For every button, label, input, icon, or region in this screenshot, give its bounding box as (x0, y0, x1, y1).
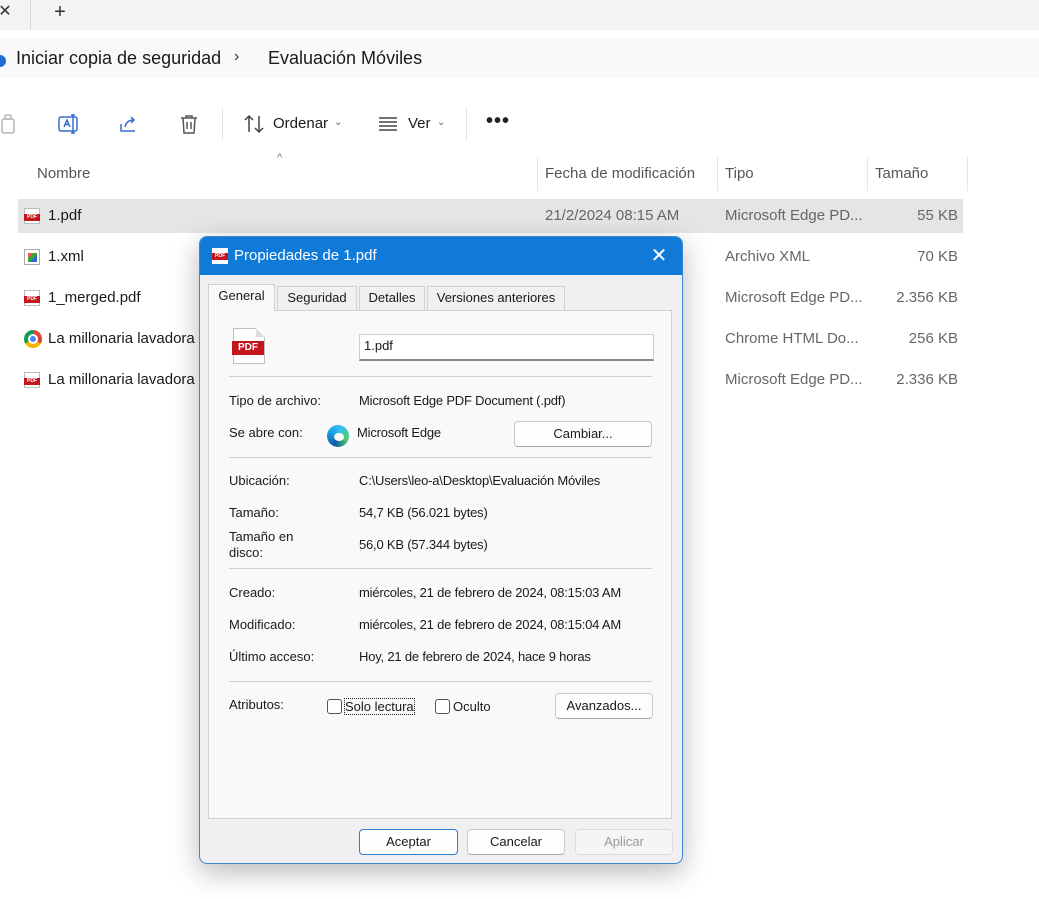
command-divider (222, 108, 223, 140)
column-header-modified[interactable]: Fecha de modificación (545, 157, 695, 191)
ok-button[interactable]: Aceptar (359, 829, 458, 855)
hidden-checkbox[interactable] (435, 699, 450, 714)
breadcrumb-item-folder[interactable]: Evaluación Móviles (268, 48, 422, 69)
sort-indicator-icon: ^ (277, 152, 283, 164)
pdf-icon (212, 248, 228, 264)
view-icon[interactable] (376, 112, 400, 136)
file-name-input[interactable]: 1.pdf (359, 334, 654, 361)
change-button[interactable]: Cambiar... (514, 421, 652, 447)
tab-details[interactable]: Detalles (359, 286, 425, 310)
file-row[interactable]: 1.pdf 21/2/2024 08:15 AM Microsoft Edge … (18, 199, 963, 233)
file-type: Archivo XML (725, 248, 811, 265)
xml-icon (24, 249, 40, 265)
file-type-value: Microsoft Edge PDF Document (.pdf) (359, 393, 566, 408)
accessed-value: Hoy, 21 de febrero de 2024, hace 9 horas (359, 649, 591, 664)
pdf-icon (24, 372, 40, 388)
edge-icon (327, 425, 349, 447)
file-size: 256 KB (908, 330, 958, 347)
size-on-disk-label: disco: (229, 545, 263, 560)
created-label: Creado: (229, 585, 276, 600)
divider (229, 568, 652, 569)
file-name: La millonaria lavadora (48, 371, 195, 388)
cancel-button[interactable]: Cancelar (467, 829, 565, 855)
general-panel: PDF 1.pdf Tipo de archivo: Microsoft Edg… (208, 310, 672, 819)
opens-with-value: Microsoft Edge (357, 425, 441, 440)
file-name: 1.xml (48, 248, 84, 265)
apply-button[interactable]: Aplicar (575, 829, 673, 855)
command-bar: Ordenar ⌄ Ver ⌄ ••• (0, 96, 1039, 152)
pdf-icon (24, 290, 40, 306)
opens-with-label: Se abre con: (229, 425, 303, 440)
size-on-disk-value: 56,0 KB (57.344 bytes) (359, 537, 488, 552)
divider (229, 376, 652, 377)
breadcrumb: Iniciar copia de seguridad › Evaluación … (0, 38, 1039, 78)
file-type: Chrome HTML Do... (725, 330, 859, 347)
more-options-icon[interactable]: ••• (486, 110, 510, 133)
file-type: Microsoft Edge PD... (725, 289, 863, 306)
file-name: 1.pdf (48, 207, 82, 224)
column-header-name[interactable]: Nombre (37, 157, 90, 191)
dialog-title-bar[interactable]: Propiedades de 1.pdf ✕ (200, 237, 682, 275)
file-type: Microsoft Edge PD... (725, 207, 863, 224)
readonly-label[interactable]: Solo lectura (344, 698, 415, 715)
file-modified: 21/2/2024 08:15 AM (545, 207, 680, 224)
backup-icon (0, 55, 6, 67)
sort-icon[interactable] (242, 112, 266, 136)
chevron-down-icon[interactable]: ⌄ (334, 117, 342, 128)
column-divider[interactable] (967, 157, 968, 191)
view-button[interactable]: Ver (408, 115, 431, 132)
divider (229, 457, 652, 458)
advanced-button[interactable]: Avanzados... (555, 693, 653, 719)
file-size: 55 KB (917, 207, 958, 224)
rename-icon[interactable] (57, 112, 81, 136)
size-on-disk-label: Tamaño en (229, 529, 294, 544)
file-size: 2.336 KB (896, 371, 958, 388)
modified-value: miércoles, 21 de febrero de 2024, 08:15:… (359, 617, 622, 632)
command-divider (466, 108, 467, 140)
file-type-label: Tipo de archivo: (229, 393, 322, 408)
breadcrumb-chevron-icon[interactable]: › (234, 48, 239, 66)
location-label: Ubicación: (229, 473, 290, 488)
properties-dialog: Propiedades de 1.pdf ✕ General Seguridad… (199, 236, 683, 864)
column-header-size[interactable]: Tamaño (875, 157, 928, 191)
pdf-icon (24, 208, 40, 224)
accessed-label: Último acceso: (229, 649, 315, 664)
share-icon[interactable] (117, 112, 141, 136)
file-size: 2.356 KB (896, 289, 958, 306)
close-icon[interactable]: ✕ (646, 243, 672, 269)
modified-label: Modificado: (229, 617, 296, 632)
size-value: 54,7 KB (56.021 bytes) (359, 505, 488, 520)
close-tab-icon[interactable]: ✕ (0, 1, 12, 23)
pdf-file-icon: PDF (232, 328, 265, 364)
readonly-checkbox[interactable] (327, 699, 342, 714)
breadcrumb-item-backup[interactable]: Iniciar copia de seguridad (16, 48, 221, 69)
tab-previous-versions[interactable]: Versiones anteriores (427, 286, 565, 310)
file-name: La millonaria lavadora (48, 330, 195, 347)
file-name: 1_merged.pdf (48, 289, 141, 306)
divider (229, 681, 652, 682)
file-type: Microsoft Edge PD... (725, 371, 863, 388)
chevron-down-icon[interactable]: ⌄ (437, 117, 445, 128)
column-divider[interactable] (537, 157, 538, 191)
tab-security[interactable]: Seguridad (277, 286, 357, 310)
size-label: Tamaño: (229, 505, 279, 520)
sort-button[interactable]: Ordenar (273, 115, 328, 132)
tab-strip: ✕ + (0, 0, 1039, 30)
column-divider[interactable] (717, 157, 718, 191)
location-value: C:\Users\leo-a\Desktop\Evaluación Móvile… (359, 473, 601, 488)
column-header-type[interactable]: Tipo (725, 157, 754, 191)
chrome-icon (24, 330, 42, 348)
tab-divider (30, 0, 31, 30)
file-size: 70 KB (917, 248, 958, 265)
attributes-label: Atributos: (229, 697, 284, 712)
delete-icon[interactable] (177, 112, 201, 136)
tab-general[interactable]: General (208, 284, 275, 311)
new-tab-icon[interactable]: + (48, 0, 72, 26)
hidden-label[interactable]: Oculto (453, 699, 491, 714)
copy-icon[interactable] (0, 112, 20, 136)
dialog-title: Propiedades de 1.pdf (234, 247, 377, 264)
column-divider[interactable] (867, 157, 868, 191)
created-value: miércoles, 21 de febrero de 2024, 08:15:… (359, 585, 622, 600)
